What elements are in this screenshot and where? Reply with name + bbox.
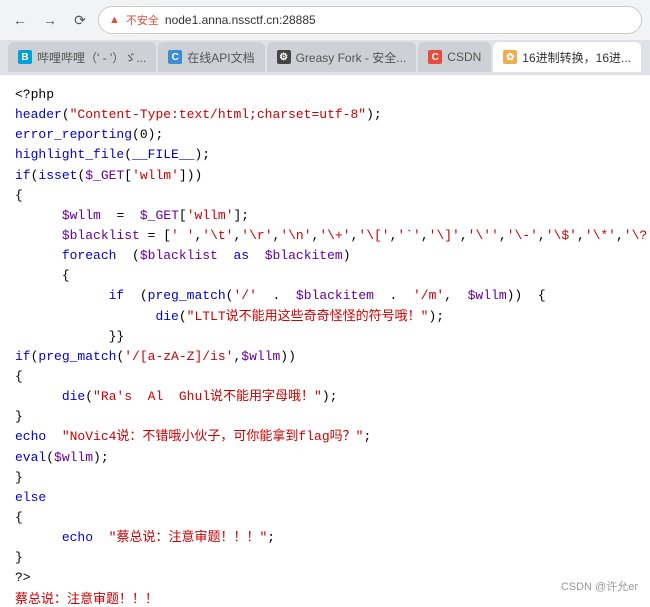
tab-greasy-fork-label: Greasy Fork - 安全... (296, 49, 407, 66)
code-display: <?php header("Content-Type:text/html;cha… (15, 85, 635, 589)
output-line: 蔡总说：注意审题！！！ (15, 589, 635, 607)
tab-api-docs-icon: C (168, 50, 182, 64)
tab-csdn[interactable]: C CSDN (418, 42, 491, 72)
address-bar[interactable]: ▲ 不安全 node1.anna.nssctf.cn:28885 (98, 6, 642, 34)
security-icon: ▲ (109, 14, 120, 26)
tab-greasy-fork-icon: ⚙ (277, 50, 291, 64)
tab-greasy-fork[interactable]: ⚙ Greasy Fork - 安全... (267, 42, 417, 72)
tab-hex[interactable]: ✿ 16进制转换，16进... (493, 42, 641, 72)
tab-api-docs-label: 在线API文档 (187, 49, 254, 66)
watermark: CSDN @许允er (561, 578, 638, 594)
tab-csdn-label: CSDN (447, 50, 481, 64)
url-text: node1.anna.nssctf.cn:28885 (165, 13, 631, 27)
tabs-bar: B 哔哩哔哩（' - '）ゞ... C 在线API文档 ⚙ Greasy For… (0, 40, 650, 74)
tab-bilibili-label: 哔哩哔哩（' - '）ゞ... (37, 49, 146, 66)
tab-bilibili[interactable]: B 哔哩哔哩（' - '）ゞ... (8, 42, 156, 72)
back-button[interactable]: ← (8, 8, 32, 32)
browser-chrome: ← → ⟳ ▲ 不安全 node1.anna.nssctf.cn:28885 B… (0, 0, 650, 75)
forward-button[interactable]: → (38, 8, 62, 32)
tab-csdn-icon: C (428, 50, 442, 64)
tab-api-docs[interactable]: C 在线API文档 (158, 42, 264, 72)
tab-hex-icon: ✿ (503, 50, 517, 64)
security-text: 不安全 (126, 12, 159, 28)
refresh-button[interactable]: ⟳ (68, 8, 92, 32)
tab-hex-label: 16进制转换，16进... (522, 49, 631, 66)
nav-bar: ← → ⟳ ▲ 不安全 node1.anna.nssctf.cn:28885 (0, 0, 650, 40)
tab-bilibili-icon: B (18, 50, 32, 64)
page-content: <?php header("Content-Type:text/html;cha… (0, 75, 650, 607)
